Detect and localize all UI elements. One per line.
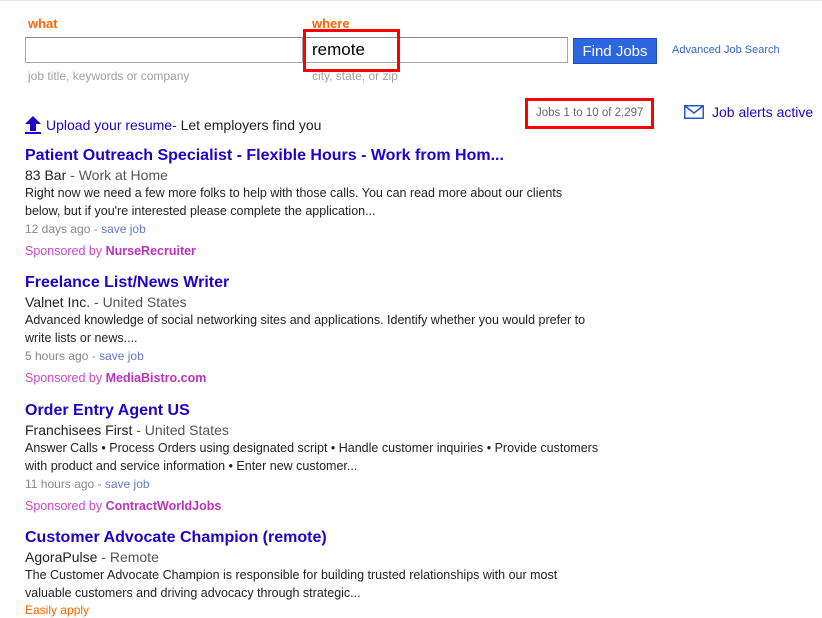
save-job-link[interactable]: save job — [101, 222, 146, 236]
results-count: Jobs 1 to 10 of 2,297 — [536, 107, 644, 119]
job-location: - United States — [132, 422, 229, 438]
advanced-job-search-link[interactable]: Advanced Job Search — [672, 44, 780, 56]
sponsor-prefix: Sponsored by — [25, 499, 106, 513]
company-name: Franchisees First — [25, 422, 133, 438]
job-title[interactable]: Order Entry Agent US — [25, 401, 625, 421]
job-alerts[interactable]: Job alerts active — [684, 104, 813, 120]
what-hint: job title, keywords or company — [28, 69, 190, 83]
job-company-line: AgoraPulse - Remote — [25, 548, 625, 566]
job-sponsor: Sponsored by ContractWorldJobs — [25, 497, 625, 515]
job-result-4: Customer Advocate Champion (remote) Agor… — [25, 528, 625, 618]
upload-resume-tagline: - Let employers find you — [172, 117, 322, 133]
job-meta: 5 hours ago - save job — [25, 349, 144, 363]
upload-resume-row: Upload your resume - Let employers find … — [25, 115, 321, 135]
upload-arrow-icon[interactable] — [25, 116, 41, 134]
find-jobs-button[interactable]: Find Jobs — [573, 38, 657, 64]
job-result-2: Freelance List/News Writer Valnet Inc. -… — [25, 273, 625, 387]
where-input[interactable] — [303, 37, 568, 63]
job-company-line: Franchisees First - United States — [25, 421, 625, 439]
what-input[interactable] — [25, 37, 303, 63]
job-result-3: Order Entry Agent US Franchisees First -… — [25, 401, 625, 515]
job-snippet: Right now we need a few more folks to he… — [25, 186, 563, 218]
envelope-icon — [684, 105, 704, 119]
what-label: what — [28, 16, 58, 31]
company-name: Valnet Inc. — [25, 294, 91, 310]
job-title[interactable]: Patient Outreach Specialist - Flexible H… — [25, 146, 625, 166]
job-age: 5 hours ago — [25, 349, 89, 363]
easy-apply-badge: Easily apply — [25, 603, 90, 617]
sponsor-name: ContractWorldJobs — [105, 499, 222, 513]
company-name: 83 Bar — [25, 167, 67, 183]
top-divider — [0, 0, 822, 1]
job-result-1: Patient Outreach Specialist - Flexible H… — [25, 146, 625, 260]
company-name: AgoraPulse — [25, 549, 98, 565]
job-meta: 12 days ago - save job — [25, 222, 146, 236]
job-alerts-link[interactable]: Job alerts active — [712, 104, 813, 120]
job-meta: 11 hours ago - save job — [25, 477, 150, 491]
job-age: 12 days ago — [25, 222, 91, 236]
job-company-line: 83 Bar - Work at Home — [25, 166, 625, 184]
sponsor-prefix: Sponsored by — [25, 371, 106, 385]
where-label: where — [312, 16, 350, 31]
job-company-line: Valnet Inc. - United States — [25, 293, 625, 311]
job-sponsor: Sponsored by NurseRecruiter — [25, 242, 625, 260]
job-location: - Remote — [97, 549, 159, 565]
where-hint: city, state, or zip — [312, 69, 398, 83]
sponsor-prefix: Sponsored by — [25, 244, 106, 258]
save-job-link[interactable]: save job — [99, 349, 144, 363]
job-age: 11 hours ago — [25, 477, 95, 491]
sponsor-name: NurseRecruiter — [105, 244, 196, 258]
job-snippet: Answer Calls • Process Orders using desi… — [25, 441, 599, 473]
job-sponsor: Sponsored by MediaBistro.com — [25, 369, 625, 387]
job-title[interactable]: Customer Advocate Champion (remote) — [25, 528, 625, 548]
job-snippet: The Customer Advocate Champion is respon… — [25, 568, 558, 600]
job-location: - Work at Home — [66, 167, 168, 183]
job-snippet: Advanced knowledge of social networking … — [25, 313, 586, 345]
sponsor-name: MediaBistro.com — [105, 371, 207, 385]
upload-resume-link[interactable]: Upload your resume — [46, 117, 172, 133]
job-location: - United States — [90, 294, 187, 310]
job-title[interactable]: Freelance List/News Writer — [25, 273, 625, 293]
save-job-link[interactable]: save job — [105, 477, 150, 491]
